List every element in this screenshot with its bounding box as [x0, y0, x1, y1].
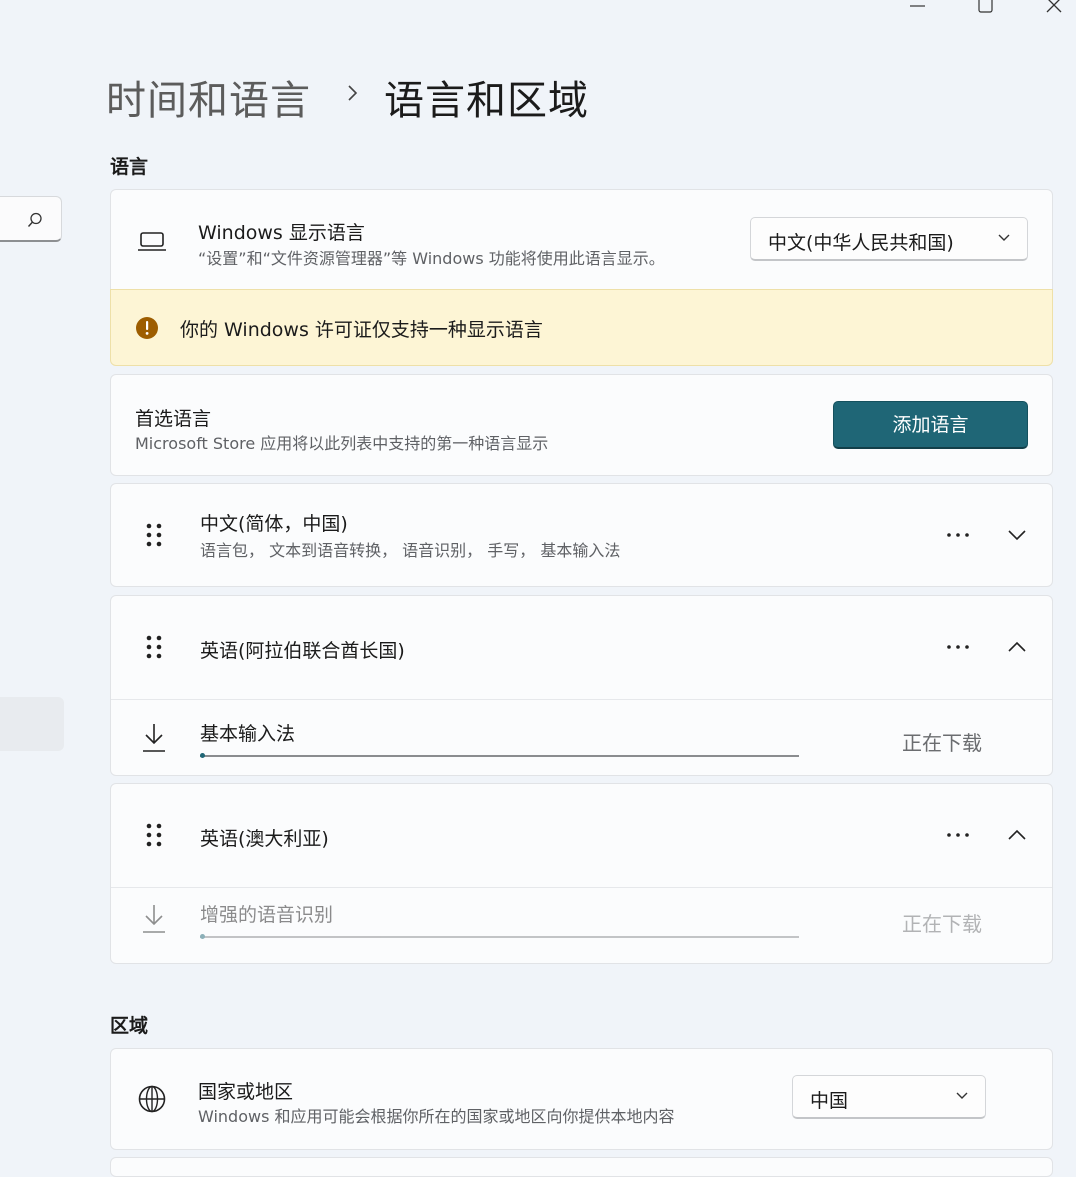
laptop-icon [138, 232, 166, 251]
sidebar-item-selected[interactable] [0, 697, 64, 751]
add-language-button[interactable]: 添加语言 [833, 401, 1028, 449]
divider [111, 887, 1052, 888]
chevron-down-icon [998, 234, 1010, 241]
more-options-button[interactable] [943, 520, 973, 550]
collapse-button[interactable] [1002, 632, 1032, 662]
country-region-subtitle: Windows 和应用可能会根据你所在的国家或地区向你提供本地内容 [198, 1107, 675, 1126]
license-warning-banner: 你的 Windows 许可证仅支持一种显示语言 [110, 289, 1053, 366]
drag-handle-icon[interactable] [143, 634, 165, 662]
country-region-card: 国家或地区 Windows 和应用可能会根据你所在的国家或地区向你提供本地内容 … [110, 1048, 1053, 1150]
display-language-card: Windows 显示语言 “设置”和“文件资源管理器”等 Windows 功能将… [110, 189, 1053, 290]
section-title-region: 区域 [110, 1015, 149, 1037]
more-options-button[interactable] [943, 632, 973, 662]
language-item[interactable]: 英语(阿拉伯联合酋长国) 基本输入法 正在下载 [110, 595, 1053, 776]
more-icon [947, 645, 969, 649]
display-language-value: 中文(中华人民共和国) [768, 232, 954, 254]
minimize-button[interactable] [903, 0, 933, 16]
close-icon [1046, 0, 1062, 13]
expand-button[interactable] [1002, 520, 1032, 550]
download-item-name: 基本输入法 [200, 723, 296, 745]
display-language-title: Windows 显示语言 [198, 222, 365, 244]
more-icon [947, 833, 969, 837]
display-language-subtitle: “设置”和“文件资源管理器”等 Windows 功能将使用此语言显示。 [198, 249, 665, 268]
download-progress-bar [200, 755, 799, 757]
country-region-value: 中国 [810, 1090, 849, 1112]
chevron-up-icon [1008, 641, 1026, 652]
chevron-right-icon [348, 85, 358, 101]
search-icon [27, 212, 42, 227]
download-progress-indicator [200, 934, 205, 939]
language-item[interactable]: 中文(简体，中国) 语言包， 文本到语音转换， 语音识别， 手写， 基本输入法 [110, 483, 1053, 587]
language-item[interactable]: 英语(澳大利亚) 增强的语音识别 正在下载 [110, 783, 1053, 964]
license-warning-text: 你的 Windows 许可证仅支持一种显示语言 [180, 319, 543, 341]
download-icon [143, 724, 165, 752]
collapse-button[interactable] [1002, 820, 1032, 850]
download-item-name: 增强的语音识别 [200, 904, 334, 926]
preferred-languages-title: 首选语言 [135, 408, 212, 430]
country-region-dropdown[interactable]: 中国 [792, 1075, 986, 1119]
chevron-down-icon [1008, 530, 1026, 541]
section-title-language: 语言 [110, 156, 149, 178]
minimize-icon [910, 5, 925, 7]
globe-icon [138, 1085, 166, 1113]
language-name: 英语(澳大利亚) [200, 828, 329, 850]
maximize-button[interactable] [970, 0, 1000, 16]
more-icon [947, 533, 969, 537]
language-name: 中文(简体，中国) [200, 513, 348, 535]
close-button[interactable] [1040, 0, 1070, 16]
divider [111, 699, 1052, 700]
download-progress-bar [200, 936, 799, 938]
chevron-up-icon [1008, 829, 1026, 840]
download-status: 正在下载 [902, 731, 982, 755]
next-setting-card [110, 1157, 1053, 1177]
country-region-title: 国家或地区 [198, 1081, 294, 1103]
sidebar-search-input[interactable] [0, 196, 62, 242]
breadcrumb-parent[interactable]: 时间和语言 [106, 68, 311, 126]
maximize-icon [978, 0, 993, 13]
download-progress-indicator [200, 753, 205, 758]
download-status: 正在下载 [902, 912, 982, 936]
more-options-button[interactable] [943, 820, 973, 850]
chevron-down-icon [956, 1092, 968, 1099]
download-icon [143, 905, 165, 933]
language-name: 英语(阿拉伯联合酋长国) [200, 640, 405, 662]
page-title: 语言和区域 [384, 78, 589, 124]
language-features: 语言包， 文本到语音转换， 语音识别， 手写， 基本输入法 [200, 541, 621, 560]
drag-handle-icon[interactable] [143, 522, 165, 550]
preferred-languages-subtitle: Microsoft Store 应用将以此列表中支持的第一种语言显示 [135, 434, 549, 453]
drag-handle-icon[interactable] [143, 822, 165, 850]
warning-icon [136, 317, 158, 339]
display-language-dropdown[interactable]: 中文(中华人民共和国) [750, 217, 1028, 261]
